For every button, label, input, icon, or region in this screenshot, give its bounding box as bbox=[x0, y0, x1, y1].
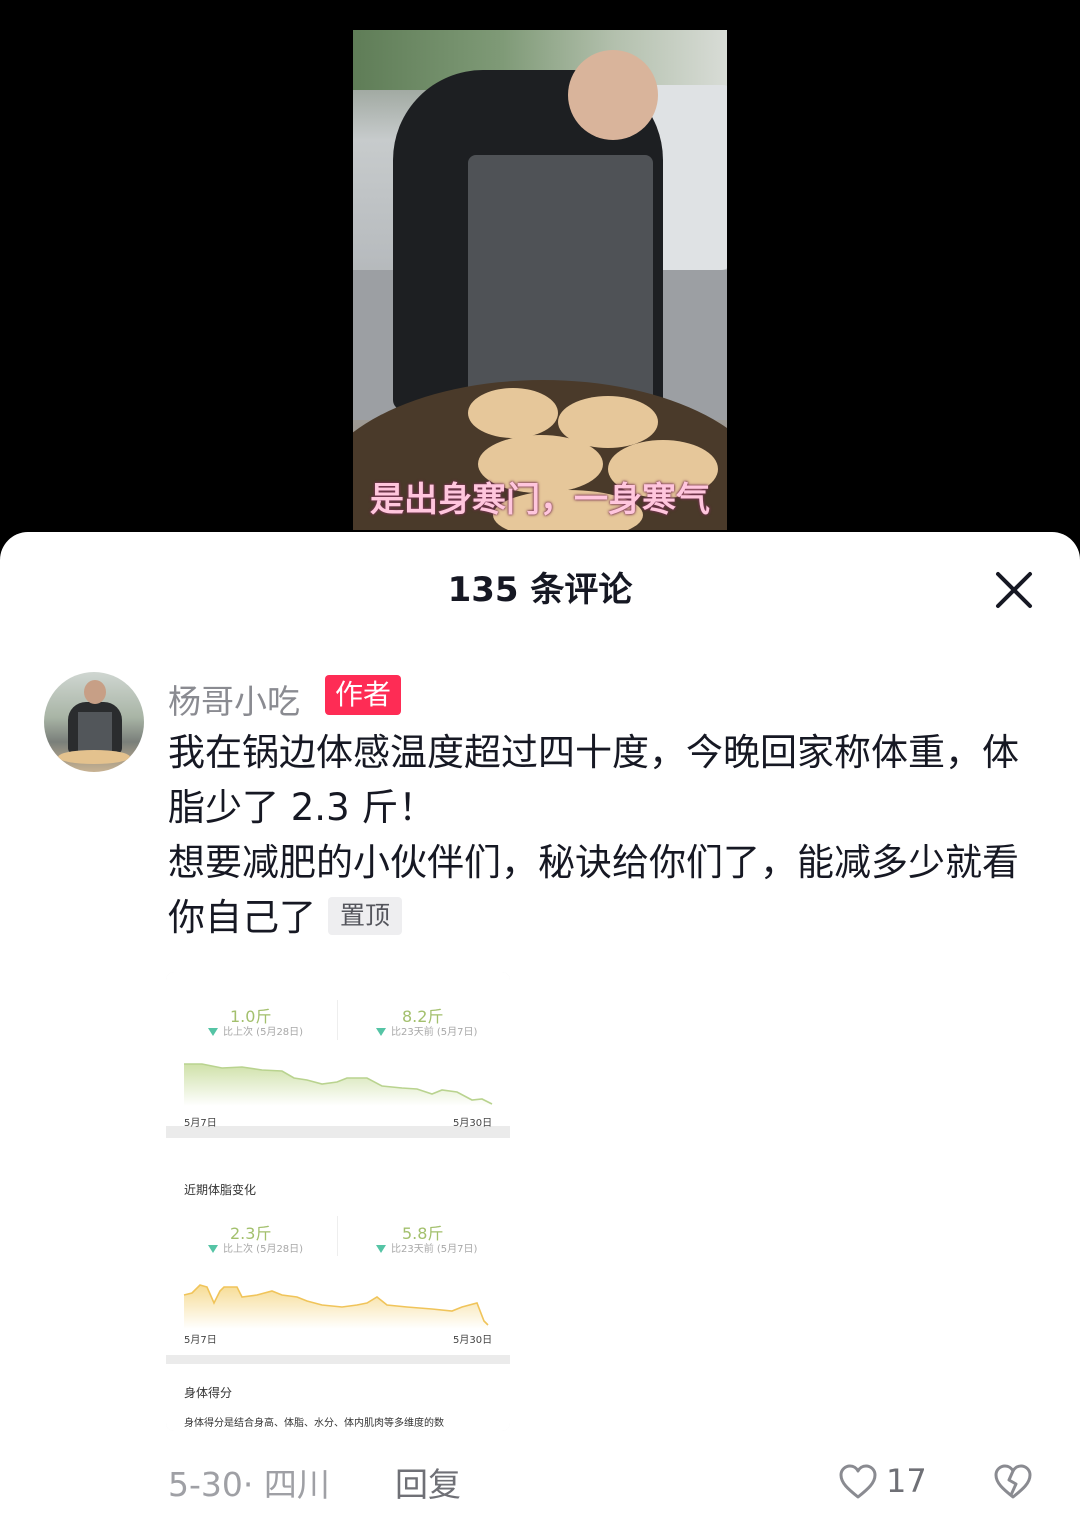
bodyfat-card: 近期体脂变化 2.3斤 比上次 (5月28日) 5.8斤 比23天前 (5月7日… bbox=[166, 1138, 510, 1355]
down-arrow-icon bbox=[208, 1245, 218, 1253]
bodyfat-change-23d-caption: 比23天前 (5月7日) bbox=[376, 1240, 477, 1255]
weight-end-date: 5月30日 bbox=[453, 1118, 493, 1129]
comment-text: 我在锅边体感温度超过四十度，今晚回家称体重，体脂少了 2.3 斤！ 想要减肥的小… bbox=[168, 731, 1019, 939]
video-area[interactable]: 是出身寒门，一身寒气 bbox=[0, 0, 1080, 560]
broken-heart-icon[interactable] bbox=[993, 1462, 1033, 1502]
bodyscore-card: 身体得分 身体得分是结合身高、体脂、水分、体内肌肉等多维度的数 bbox=[166, 1364, 510, 1431]
bodyfat-change-last-caption: 比上次 (5月28日) bbox=[208, 1240, 303, 1255]
bodyscore-text: 身体得分是结合身高、体脂、水分、体内肌肉等多维度的数 bbox=[184, 1418, 444, 1429]
video-frame[interactable]: 是出身寒门，一身寒气 bbox=[353, 30, 727, 530]
weight-change-23d-caption: 比23天前 (5月7日) bbox=[376, 1023, 477, 1038]
video-vendor bbox=[393, 50, 663, 455]
author-name[interactable]: 杨哥小吃 bbox=[168, 675, 300, 723]
divider bbox=[337, 1000, 338, 1040]
comment-attached-image[interactable]: 1.0斤 比上次 (5月28日) 8.2斤 比23天前 (5月7日) 5月7日 … bbox=[166, 972, 510, 1431]
avatar-head bbox=[84, 680, 106, 704]
comment-date-location: 5-30· 四川 bbox=[168, 1465, 330, 1504]
weight-start-date: 5月7日 bbox=[184, 1118, 217, 1129]
avatar-cakes bbox=[58, 750, 130, 764]
divider bbox=[337, 1216, 338, 1256]
close-icon[interactable] bbox=[990, 566, 1038, 614]
bodyfat-trend-chart bbox=[183, 1284, 489, 1329]
down-arrow-icon bbox=[376, 1245, 386, 1253]
weight-card: 1.0斤 比上次 (5月28日) 8.2斤 比23天前 (5月7日) 5月7日 … bbox=[166, 972, 510, 1129]
comment-sheet: 135 条评论 杨哥小吃 作者 我在锅边体感温度超过四十度，今晚回家称体重，体脂… bbox=[0, 532, 1080, 1522]
bodyscore-heading: 身体得分 bbox=[184, 1386, 233, 1400]
like-count: 17 bbox=[886, 1462, 927, 1500]
video-vendor-head bbox=[568, 50, 658, 140]
comment-count-title: 135 条评论 bbox=[447, 570, 633, 610]
avatar[interactable] bbox=[44, 672, 144, 772]
video-subtitle: 是出身寒门，一身寒气 bbox=[370, 480, 710, 520]
heart-icon[interactable] bbox=[838, 1462, 878, 1502]
bodyfat-start-date: 5月7日 bbox=[184, 1335, 217, 1346]
bodyfat-heading: 近期体脂变化 bbox=[184, 1183, 257, 1197]
pinned-badge: 置顶 bbox=[328, 897, 403, 935]
comment-body: 我在锅边体感温度超过四十度，今晚回家称体重，体脂少了 2.3 斤！ 想要减肥的小… bbox=[168, 725, 1028, 945]
bodyfat-end-date: 5月30日 bbox=[453, 1335, 493, 1346]
author-badge: 作者 bbox=[325, 675, 402, 715]
weight-change-last-caption: 比上次 (5月28日) bbox=[208, 1023, 303, 1038]
reply-button[interactable]: 回复 bbox=[395, 1458, 461, 1506]
down-arrow-icon bbox=[208, 1028, 218, 1036]
video-cake bbox=[468, 388, 558, 438]
weight-trend-chart bbox=[184, 1063, 493, 1106]
down-arrow-icon bbox=[376, 1028, 386, 1036]
